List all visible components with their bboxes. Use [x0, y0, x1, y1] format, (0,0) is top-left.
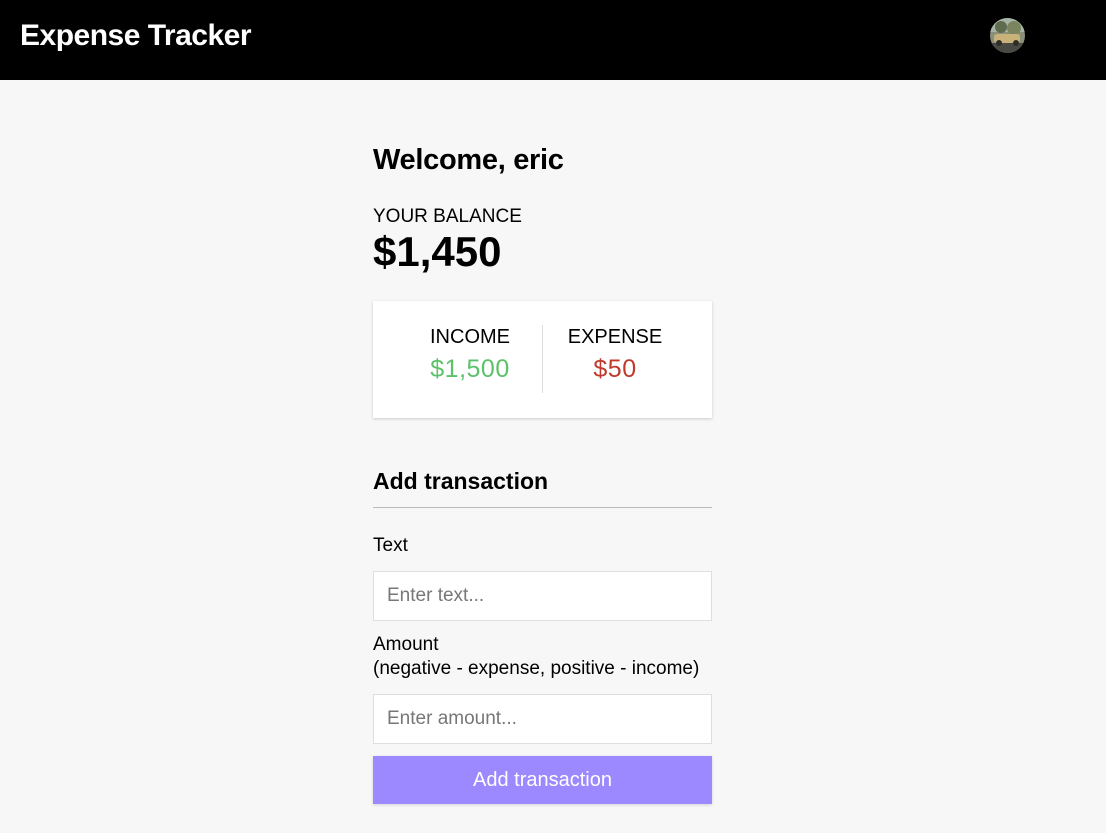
expense-section: EXPENSE $50	[543, 301, 712, 418]
add-transaction-button[interactable]: Add transaction	[373, 756, 712, 804]
add-transaction-heading: Add transaction	[373, 468, 549, 494]
income-value: $1,500	[430, 355, 510, 383]
income-section: INCOME $1,500	[373, 301, 542, 418]
welcome-heading: Welcome, eric	[373, 144, 564, 176]
amount-input[interactable]	[373, 694, 712, 744]
navbar: Expense Tracker	[0, 0, 1106, 80]
text-input[interactable]	[373, 571, 712, 621]
expense-label: EXPENSE	[567, 326, 663, 348]
amount-label-title: Amount	[373, 634, 439, 655]
user-avatar-icon[interactable]	[990, 18, 1025, 53]
income-expense-card: INCOME $1,500 EXPENSE $50	[373, 301, 712, 418]
expense-value: $50	[593, 355, 637, 383]
app-title: Expense Tracker	[20, 19, 252, 52]
balance-label: YOUR BALANCE	[373, 206, 522, 227]
section-divider	[373, 507, 712, 508]
text-field-label: Text	[373, 535, 408, 556]
amount-field-label: Amount (negative - expense, positive - i…	[373, 633, 699, 681]
amount-label-hint: (negative - expense, positive - income)	[373, 658, 700, 679]
income-label: INCOME	[430, 326, 510, 348]
balance-value: $1,450	[373, 228, 502, 275]
